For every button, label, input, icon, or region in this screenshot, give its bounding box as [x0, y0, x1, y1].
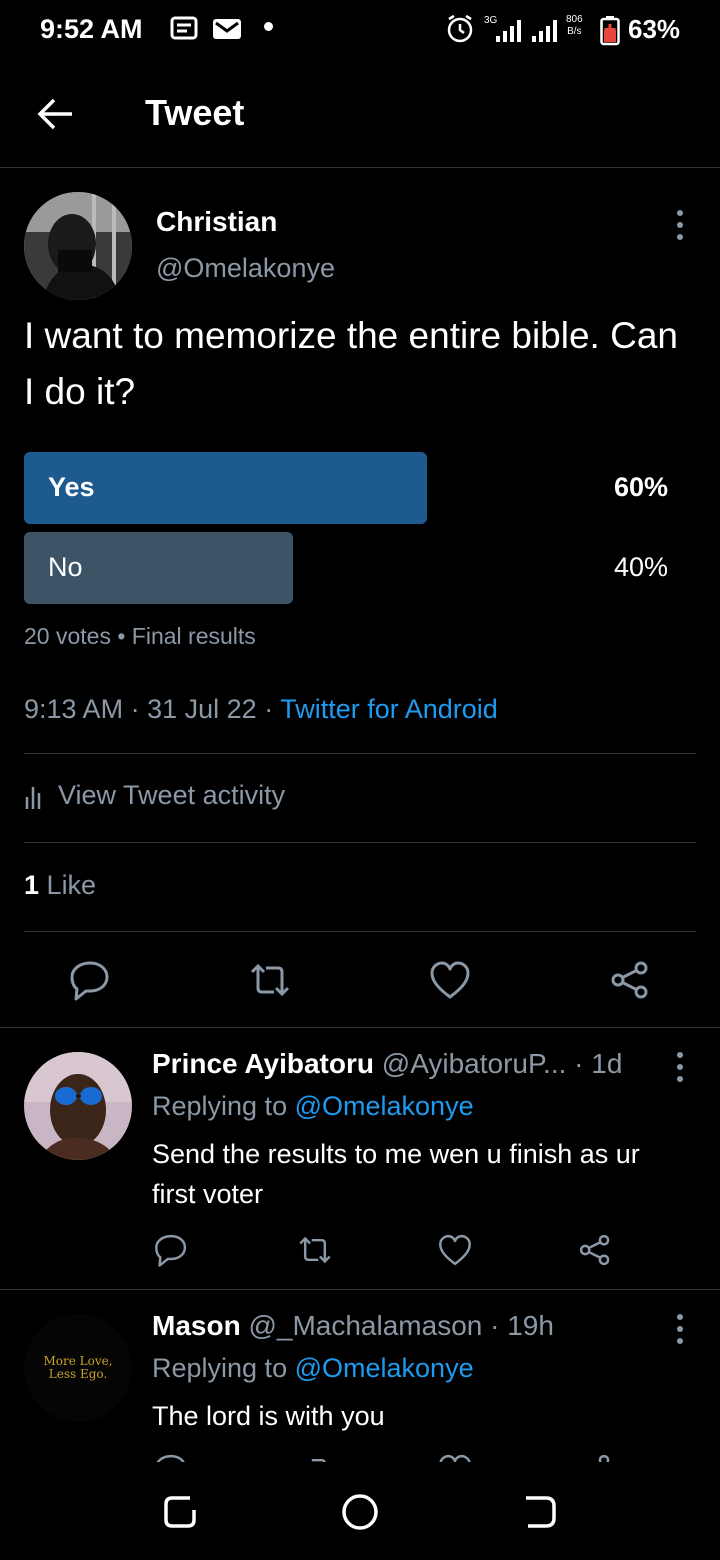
reply-avatar[interactable]: More Love, Less Ego. — [24, 1314, 132, 1422]
home-nav-icon[interactable] — [340, 1492, 380, 1532]
battery-percent: 63% — [628, 14, 681, 44]
poll-option-label: Yes — [48, 472, 95, 502]
likes-count-button[interactable]: 1 Like — [24, 870, 96, 901]
divider — [24, 753, 696, 754]
likes-label: Like — [46, 870, 97, 900]
more-dot — [677, 1314, 683, 1320]
replying-to-handle[interactable]: @Omelakonye — [295, 1091, 474, 1121]
share-icon[interactable] — [608, 958, 652, 1002]
top-app-bar: Tweet — [0, 62, 720, 168]
replying-to-prefix: Replying to — [152, 1353, 288, 1383]
mail-notification-icon — [213, 19, 241, 39]
share-icon[interactable] — [577, 1232, 613, 1268]
analytics-icon — [25, 786, 41, 809]
avatar-text-line1: More Love, — [43, 1354, 112, 1368]
reply-author-line: Prince Ayibatoru @AyibatoruP... · 1d — [152, 1048, 622, 1080]
more-dot — [677, 234, 683, 240]
poll-option-yes: Yes 60% — [24, 452, 696, 524]
replying-to-handle[interactable]: @Omelakonye — [295, 1353, 474, 1383]
reply-more-options-icon[interactable] — [670, 1309, 690, 1349]
data-speed-unit: B/s — [567, 26, 582, 37]
battery-charging-icon — [600, 16, 620, 46]
separator-dot: · — [264, 694, 281, 724]
more-dot — [677, 222, 683, 228]
tweet-date: 31 Jul 22 — [147, 694, 257, 724]
page-title: Tweet — [145, 92, 245, 133]
poll-status: Final results — [131, 623, 256, 649]
divider — [0, 1289, 720, 1290]
retweet-icon[interactable] — [248, 958, 292, 1002]
reply-avatar-image: More Love, Less Ego. — [24, 1314, 132, 1422]
poll-option-percent: 60% — [613, 472, 668, 502]
signal-1-icon — [496, 20, 521, 42]
view-tweet-activity-button[interactable]: View Tweet activity — [24, 780, 285, 811]
tweet-time: 9:13 AM — [24, 694, 124, 724]
author-avatar[interactable] — [24, 192, 132, 300]
signal-2-icon — [532, 20, 557, 42]
poll-option-percent: 40% — [613, 552, 668, 582]
replying-to-line: Replying to @Omelakonye — [152, 1353, 474, 1384]
more-dot — [677, 1076, 683, 1082]
tweet-source-link[interactable]: Twitter for Android — [280, 694, 498, 724]
separator-dot: · — [490, 1310, 508, 1341]
avatar-text-line2: Less Ego. — [49, 1367, 107, 1381]
data-speed-value: 806 — [566, 14, 583, 25]
back-arrow-icon[interactable] — [34, 92, 78, 136]
tweet-more-options-icon[interactable] — [670, 205, 690, 245]
author-handle[interactable]: @Omelakonye — [156, 253, 335, 284]
alarm-icon — [447, 14, 473, 43]
replying-to-line: Replying to @Omelakonye — [152, 1091, 474, 1122]
divider — [0, 1027, 720, 1028]
tweet-timestamp: 9:13 AM · 31 Jul 22 · Twitter for Androi… — [24, 694, 498, 725]
author-name[interactable]: Christian — [156, 206, 277, 238]
author-avatar-image — [24, 192, 132, 300]
divider — [24, 842, 696, 843]
reply-author-handle[interactable]: @AyibatoruP... — [382, 1048, 567, 1079]
message-notification-icon — [170, 16, 198, 40]
back-nav-icon[interactable] — [520, 1492, 560, 1532]
separator-dot: • — [117, 623, 132, 649]
reply-author-name[interactable]: Mason — [152, 1310, 241, 1341]
more-dot — [677, 210, 683, 216]
poll-option-label: No — [48, 552, 83, 582]
reply-text: The lord is with you — [152, 1401, 385, 1431]
reply-age: 19h — [507, 1310, 554, 1341]
poll-meta: 20 votes • Final results — [24, 623, 256, 650]
replying-to-prefix: Replying to — [152, 1091, 288, 1121]
more-dot — [677, 1326, 683, 1332]
more-dot — [677, 1064, 683, 1070]
poll-votes: 20 votes — [24, 623, 111, 649]
activity-label: View Tweet activity — [58, 780, 286, 810]
reply-icon[interactable] — [153, 1232, 189, 1268]
system-nav-bar — [0, 1462, 720, 1560]
reply-more-options-icon[interactable] — [670, 1047, 690, 1087]
more-notifications-dot — [264, 22, 273, 31]
reply-age: 1d — [591, 1048, 623, 1079]
like-heart-icon[interactable] — [428, 958, 472, 1002]
status-time: 9:52 AM — [40, 14, 143, 44]
divider — [24, 931, 696, 932]
reply-text: Send the results to me wen u finish as u… — [152, 1139, 640, 1209]
reply-author-name[interactable]: Prince Ayibatoru — [152, 1048, 374, 1079]
reply-avatar-image — [24, 1052, 132, 1160]
reply-avatar[interactable] — [24, 1052, 132, 1160]
reply-author-line: Mason @_Machalamason · 19h — [152, 1310, 554, 1342]
status-bar: 9:52 AM 3G 806 B/s 63% — [0, 0, 720, 62]
more-dot — [677, 1338, 683, 1344]
retweet-icon[interactable] — [297, 1232, 333, 1268]
tweet-text: I want to memorize the entire bible. Can… — [24, 315, 678, 412]
separator-dot: · — [130, 694, 148, 724]
recents-nav-icon[interactable] — [160, 1492, 200, 1532]
more-dot — [677, 1052, 683, 1058]
separator-dot: · — [574, 1048, 592, 1079]
like-heart-icon[interactable] — [437, 1232, 473, 1268]
reply-author-handle[interactable]: @_Machalamason — [248, 1310, 482, 1341]
likes-number: 1 — [24, 870, 40, 900]
reply-icon[interactable] — [68, 958, 112, 1002]
poll-option-no: No 40% — [24, 532, 696, 604]
data-speed: 806 B/s — [566, 14, 583, 38]
